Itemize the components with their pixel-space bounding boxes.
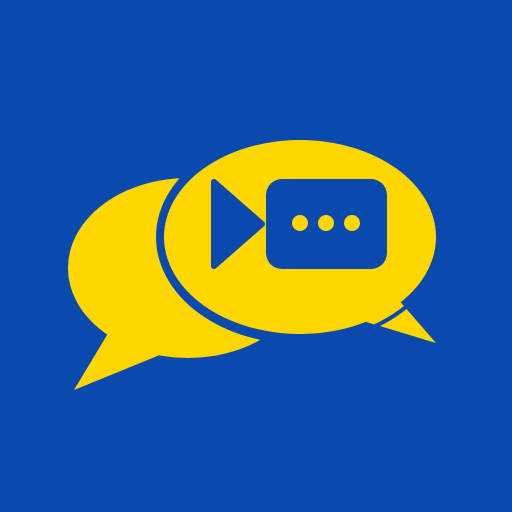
dot (318, 215, 334, 231)
dot (292, 215, 308, 231)
dot (344, 215, 360, 231)
video-chat-app-icon (0, 0, 512, 512)
icon-canvas (0, 0, 512, 512)
typing-dots-icon (292, 215, 360, 231)
